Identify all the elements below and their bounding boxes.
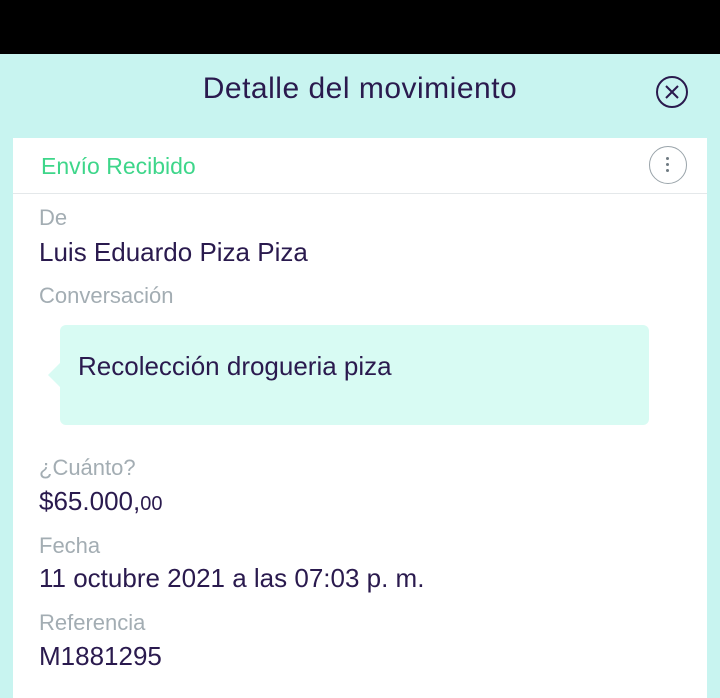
movement-type-label: Envío Recibido xyxy=(41,153,196,179)
reference-value: M1881295 xyxy=(39,641,162,671)
page-title: Detalle del movimiento xyxy=(202,72,518,105)
modal-header: Detalle del movimiento xyxy=(0,54,720,138)
close-button[interactable] xyxy=(656,76,688,108)
from-label: De xyxy=(39,205,68,230)
amount-cents: 00 xyxy=(140,493,163,515)
conversation-message: Recolección drogueria piza xyxy=(78,351,392,381)
more-options-button[interactable] xyxy=(649,146,687,184)
card-header: Envío Recibido xyxy=(13,138,707,194)
conversation-label: Conversación xyxy=(39,283,174,308)
amount-label: ¿Cuánto? xyxy=(39,455,136,480)
date-label: Fecha xyxy=(39,533,101,558)
from-value: Luis Eduardo Piza Piza xyxy=(39,237,308,267)
conversation-bubble: Recolección drogueria piza xyxy=(48,325,649,425)
amount-main: $65.000, xyxy=(39,486,141,516)
amount-value: $65.000,00 xyxy=(39,486,162,517)
status-bar xyxy=(0,0,720,54)
movement-detail-card: Envío Recibido De Luis Eduardo Piza Piza… xyxy=(13,138,707,698)
date-value: 11 octubre 2021 a las 07:03 p. m. xyxy=(39,563,425,593)
reference-label: Referencia xyxy=(39,610,146,635)
close-icon xyxy=(665,85,679,99)
